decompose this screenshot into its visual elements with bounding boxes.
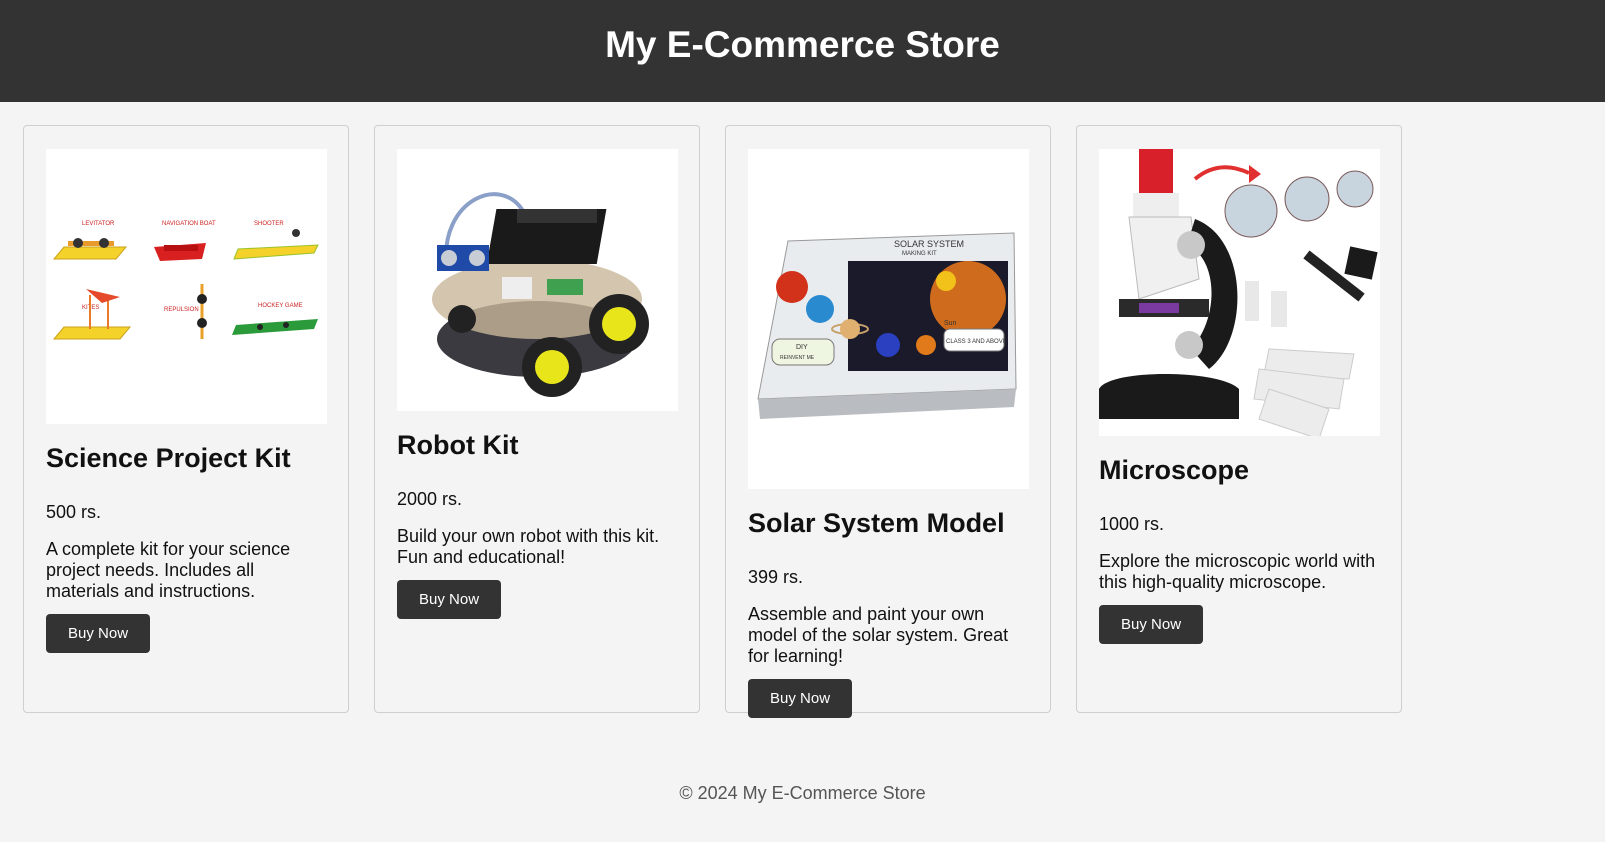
site-header: My E-Commerce Store	[0, 0, 1605, 102]
product-price: 500 rs.	[46, 502, 102, 522]
product-card-robot-kit: Robot Kit 2000 rs. Build your own robot …	[374, 125, 700, 713]
product-name: Robot Kit	[397, 430, 519, 460]
product-description: Explore the microscopic world with this …	[1099, 551, 1376, 592]
svg-text:REINVENT ME: REINVENT ME	[780, 355, 815, 361]
site-title: My E-Commerce Store	[605, 24, 1000, 65]
product-card-solar-system: SOLAR SYSTEM MAKING KIT DIY REINVENT ME …	[725, 125, 1051, 718]
buy-now-button[interactable]: Buy Now	[1099, 605, 1204, 644]
product-image-solar-system: SOLAR SYSTEM MAKING KIT DIY REINVENT ME …	[748, 149, 1029, 489]
product-price: 1000 rs.	[1099, 514, 1165, 534]
product-image-robot-kit	[397, 149, 678, 411]
buy-now-button[interactable]: Buy Now	[46, 614, 151, 653]
product-name: Science Project Kit	[46, 443, 291, 473]
svg-text:MAKING KIT: MAKING KIT	[902, 251, 937, 257]
svg-text:Sun: Sun	[944, 320, 957, 327]
svg-text:NAVIGATION BOAT: NAVIGATION BOAT	[162, 221, 216, 227]
product-image-microscope	[1099, 149, 1380, 436]
svg-text:HOCKEY GAME: HOCKEY GAME	[258, 303, 303, 309]
svg-text:REPULSION: REPULSION	[164, 307, 199, 313]
svg-text:DIY: DIY	[796, 344, 808, 351]
svg-text:SHOOTER: SHOOTER	[254, 221, 284, 227]
product-description: Assemble and paint your own model of the…	[748, 604, 1009, 666]
product-name: Solar System Model	[748, 508, 1005, 538]
product-name: Microscope	[1099, 455, 1250, 485]
svg-text:SOLAR SYSTEM: SOLAR SYSTEM	[894, 239, 964, 249]
svg-text:CLASS 3 AND ABOVE: CLASS 3 AND ABOVE	[946, 339, 1007, 345]
product-image-science-kit: LEVITATOR NAVIGATION BOAT SHOOTER KITES …	[46, 149, 327, 424]
product-price: 2000 rs.	[397, 489, 463, 509]
svg-text:LEVITATOR: LEVITATOR	[82, 221, 115, 227]
product-price: 399 rs.	[748, 567, 804, 587]
site-footer: © 2024 My E-Commerce Store	[679, 783, 926, 803]
buy-now-button[interactable]: Buy Now	[397, 580, 502, 619]
product-description: Build your own robot with this kit. Fun …	[397, 526, 660, 567]
product-description: A complete kit for your science project …	[46, 539, 291, 601]
product-card-microscope: Microscope 1000 rs. Explore the microsco…	[1076, 125, 1402, 713]
product-grid: LEVITATOR NAVIGATION BOAT SHOOTER KITES …	[0, 102, 1605, 742]
product-card-science-kit: LEVITATOR NAVIGATION BOAT SHOOTER KITES …	[23, 125, 349, 713]
buy-now-button[interactable]: Buy Now	[748, 679, 853, 718]
